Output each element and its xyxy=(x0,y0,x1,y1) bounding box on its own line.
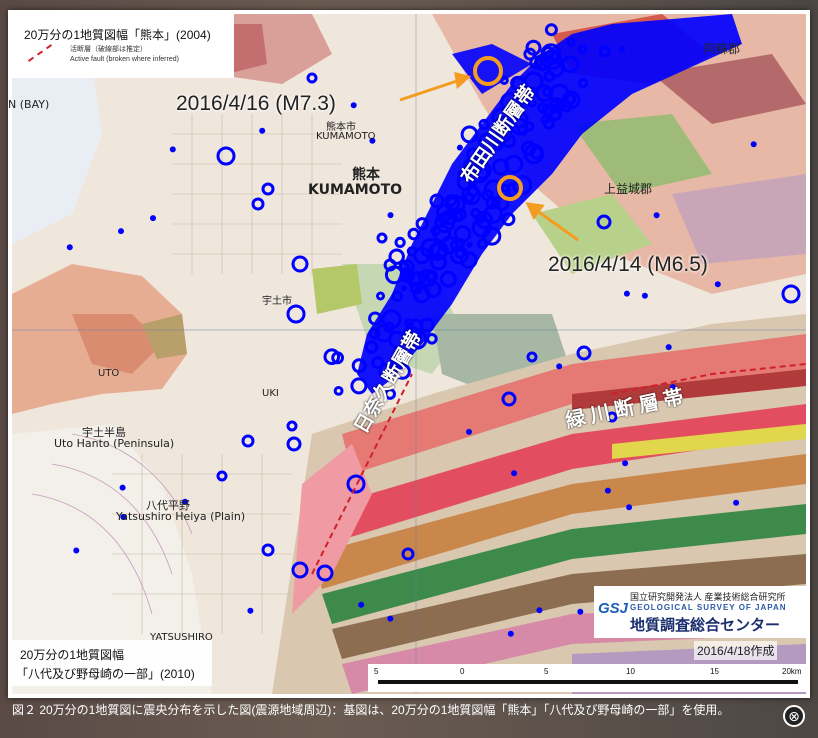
epicenter-dot xyxy=(259,127,266,134)
bottom-legend-line2: 「八代及び野母崎の一部」(2010) xyxy=(16,667,195,681)
epicenter-dot xyxy=(619,46,625,53)
epicenter-dot xyxy=(653,212,660,219)
epicenter-dot xyxy=(247,607,254,614)
gsj-org-jp: 国立研究開発法人 産業技術総合研究所 xyxy=(630,592,786,602)
epicenter-dot xyxy=(507,630,514,637)
gsj-logo-block: GSJ 国立研究開発法人 産業技術総合研究所 GEOLOGICAL SURVEY… xyxy=(594,586,806,638)
event-label-m73: 2016/4/16 (M7.3) xyxy=(176,92,336,115)
event-label-m65: 2016/4/14 (M6.5) xyxy=(548,253,708,276)
epicenter-dot xyxy=(665,344,672,351)
epicenter-dot xyxy=(626,504,633,511)
gsj-center-jp: 地質調査総合センター xyxy=(630,617,781,634)
scale-tick: 5 xyxy=(544,667,549,676)
epicenter-dot xyxy=(577,608,584,615)
place-kumamoto-en-small: KUMAMOTO xyxy=(316,131,376,142)
close-button[interactable]: ⊗ xyxy=(783,705,805,727)
epicenter-dot xyxy=(511,470,518,477)
active-fault-symbol xyxy=(27,44,53,62)
epicenter-dot xyxy=(358,601,365,608)
fault-legend-jp: 活断層（破線部は推定） xyxy=(70,46,147,53)
figure-caption: 図２ 20万分の1地質図に震央分布を示した図(震源地域周辺)：基図は、20万分の… xyxy=(12,703,730,717)
epicenter-dot xyxy=(641,292,648,299)
map-sheet-title: 20万分の1地質図幅「熊本」(2004) xyxy=(24,28,211,42)
place-uto-en: UTO xyxy=(98,368,120,379)
place-bay: N (BAY) xyxy=(8,98,50,111)
gsj-org-en: GEOLOGICAL SURVEY OF JAPAN xyxy=(630,603,787,612)
epicenter-dot xyxy=(387,615,394,622)
fault-legend-en: Active fault (broken where inferred) xyxy=(70,56,179,63)
scale-tick: 20km xyxy=(782,667,802,676)
epicenter-dot xyxy=(416,287,423,294)
epicenter-dot xyxy=(66,244,73,251)
place-yatsushiro-plain-en: Yatsushiro Heiya (Plain) xyxy=(116,510,246,523)
epicenter-dot xyxy=(556,363,563,370)
epicenter-dot xyxy=(733,499,740,506)
scale-tick: 15 xyxy=(710,667,719,676)
epicenter-dot xyxy=(350,102,357,109)
epicenter-dot xyxy=(73,547,80,554)
epicenter-dot xyxy=(623,290,630,297)
epicenter-dot xyxy=(118,228,124,235)
epicenter-dot xyxy=(714,281,721,288)
scale-bar: 5 0 5 10 15 20km xyxy=(368,664,808,692)
map-bottom-legend: 20万分の1地質図幅 「八代及び野母崎の一部」(2010) xyxy=(12,640,212,686)
place-uki: UKI xyxy=(262,388,279,399)
place-kamimashiki: 上益城郡 xyxy=(604,182,653,196)
epicenter-dot xyxy=(169,146,176,153)
epicenter-dot xyxy=(466,428,472,435)
scale-tick: 10 xyxy=(626,667,635,676)
epicenter-dot xyxy=(150,215,156,222)
place-kumamoto-en: KUMAMOTO xyxy=(308,182,403,198)
place-kumamoto-jp: 熊本 xyxy=(352,167,380,183)
epicenter-dot xyxy=(604,487,611,494)
epicenter-dot xyxy=(387,212,394,219)
scale-tick: 0 xyxy=(460,667,465,676)
place-aso: 阿蘇郡 xyxy=(704,42,741,56)
epicenter-dot xyxy=(466,241,473,248)
scale-bar-line xyxy=(378,680,798,684)
epicenter-dot xyxy=(546,113,553,120)
created-date: 2016/4/18作成 xyxy=(694,641,778,660)
scale-tick: 5 xyxy=(374,667,379,676)
epicenter-dot xyxy=(119,484,126,491)
epicenter-dot xyxy=(400,285,407,292)
epicenter-dot xyxy=(750,141,757,148)
epicenter-dot xyxy=(622,460,629,467)
place-uto-city: 宇土市 xyxy=(262,296,292,307)
place-uto-peninsula-en: Uto Hanto (Peninsula) xyxy=(54,437,175,450)
epicenter-dot xyxy=(456,144,463,151)
bottom-legend-line1: 20万分の1地質図幅 xyxy=(20,648,125,662)
gsj-logo-icon: GSJ xyxy=(598,600,629,617)
map-top-legend: 20万分の1地質図幅「熊本」(2004) 活断層（破線部は推定） Active … xyxy=(12,14,234,78)
epicenter-dot xyxy=(536,607,543,614)
